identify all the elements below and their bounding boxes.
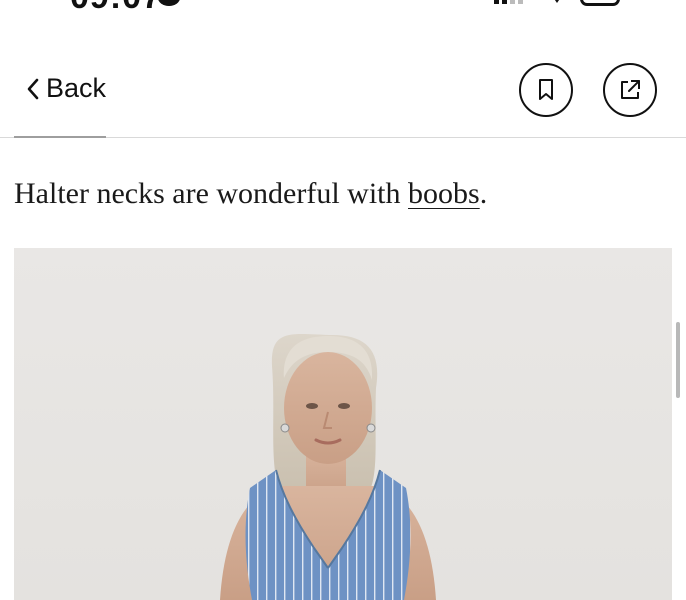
- boobs-link[interactable]: boobs: [408, 177, 480, 210]
- scrollbar[interactable]: [676, 322, 680, 398]
- model-in-blue-halter-dress-image: [220, 334, 436, 600]
- bookmark-button[interactable]: [519, 63, 573, 117]
- scroll-progress-accent: [14, 136, 106, 138]
- share-button[interactable]: [603, 63, 657, 117]
- bookmark-icon: [539, 79, 553, 100]
- wifi-icon: [548, 0, 566, 3]
- share-external-icon: [621, 80, 640, 99]
- paragraph-period: .: [479, 177, 488, 210]
- article-paragraph: Halter necks are wonderful with boobs.: [14, 177, 664, 211]
- status-time: 09:07: [70, 0, 162, 17]
- back-label: Back: [46, 73, 107, 103]
- chevron-left-icon: [27, 78, 39, 99]
- battery-icon: [580, 0, 620, 6]
- paragraph-text: Halter necks are wonderful with: [14, 177, 409, 210]
- signal-icon: [494, 0, 523, 4]
- article-header: Back: [0, 56, 686, 136]
- status-bar: 09:07: [0, 0, 686, 20]
- back-button[interactable]: Back: [26, 73, 106, 104]
- article-photo: [14, 248, 672, 600]
